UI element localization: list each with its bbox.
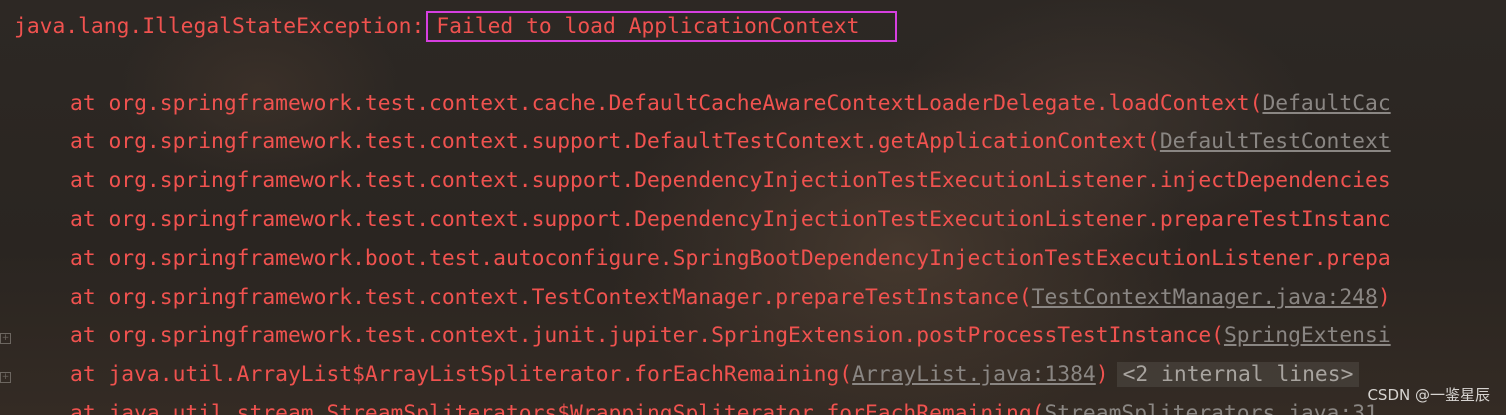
frame-source-link[interactable]: DefaultCac <box>1262 91 1390 116</box>
frame-method: org.springframework.test.context.TestCon… <box>108 285 1032 310</box>
exception-message-highlight: Failed to load ApplicationContext <box>426 11 898 42</box>
frame-method: org.springframework.test.context.cache.D… <box>108 91 1263 116</box>
frame-source-link[interactable]: TestContextManager.java:248 <box>1032 285 1378 310</box>
internal-lines-fold[interactable]: <2 internal lines> <box>1116 362 1360 387</box>
frame-at-keyword: at <box>70 401 109 415</box>
frame-method: java.util.stream.StreamSpliterators$Wrap… <box>108 401 1045 415</box>
frame-method: org.springframework.boot.test.autoconfig… <box>108 246 1391 271</box>
exception-line: java.lang.IllegalStateException: Failed t… <box>14 11 898 42</box>
frame-at-keyword: at <box>70 323 109 348</box>
stack-frame: at org.springframework.test.context.supp… <box>70 166 1391 196</box>
stack-frame: at org.springframework.test.context.Test… <box>70 283 1391 313</box>
frame-method: org.springframework.test.context.support… <box>108 168 1391 193</box>
frame-source-link[interactable]: SpringExtensi <box>1224 323 1391 348</box>
frame-source-link[interactable]: DefaultTestContext <box>1160 129 1391 154</box>
frame-method: java.util.ArrayList$ArrayListSpliterator… <box>108 362 853 387</box>
stack-frame: at org.springframework.boot.test.autocon… <box>70 244 1391 274</box>
exception-type: java.lang.IllegalStateException: <box>14 14 425 39</box>
frame-close-paren: ) <box>1377 285 1391 310</box>
stack-frame: at java.util.ArrayList$ArrayListSplitera… <box>70 360 1360 390</box>
frame-at-keyword: at <box>70 168 109 193</box>
frame-at-keyword: at <box>70 246 109 271</box>
expand-icon[interactable]: + <box>0 372 11 383</box>
frame-source-link[interactable]: StreamSpliterators.java:31 <box>1044 401 1377 415</box>
console-output: java.lang.IllegalStateException: Failed t… <box>0 0 1506 415</box>
frame-method: org.springframework.test.context.support… <box>108 129 1160 154</box>
stack-frame: at org.springframework.test.context.cach… <box>70 89 1391 119</box>
frame-close-paren: ) <box>1095 362 1109 387</box>
stack-frame: at org.springframework.test.context.supp… <box>70 205 1391 235</box>
frame-source-link[interactable]: ArrayList.java:1384 <box>852 362 1096 387</box>
frame-at-keyword: at <box>70 91 109 116</box>
frame-at-keyword: at <box>70 207 109 232</box>
frame-at-keyword: at <box>70 129 109 154</box>
frame-at-keyword: at <box>70 285 109 310</box>
frame-method: org.springframework.test.context.support… <box>108 207 1391 232</box>
frame-at-keyword: at <box>70 362 109 387</box>
stack-frame: at org.springframework.test.context.juni… <box>70 321 1391 351</box>
expand-icon[interactable]: + <box>0 333 11 344</box>
frame-method: org.springframework.test.context.junit.j… <box>108 323 1224 348</box>
stack-frame: at java.util.stream.StreamSpliterators$W… <box>70 399 1378 415</box>
stack-frame: at org.springframework.test.context.supp… <box>70 127 1391 157</box>
watermark: CSDN @一鉴星辰 <box>1367 386 1490 404</box>
